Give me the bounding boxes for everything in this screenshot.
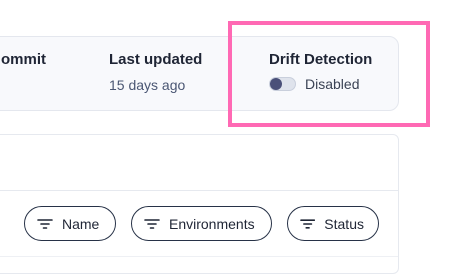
filter-environments-button[interactable]: Environments [131, 206, 272, 241]
filter-name-label: Name [62, 215, 100, 232]
last-updated-label: Last updated [109, 51, 203, 68]
repository-info-card: ommit Last updated 15 days ago Drift Det… [0, 36, 399, 111]
filter-status-button[interactable]: Status [287, 206, 379, 241]
drift-detection-toggle-row: Disabled [269, 76, 372, 92]
filter-status-label: Status [324, 215, 364, 232]
panel-bottom-divider [0, 256, 398, 257]
panel-divider [0, 190, 398, 191]
filter-icon [300, 218, 316, 229]
deployments-panel: Name Environments Status [0, 134, 399, 274]
commit-label: ommit [1, 51, 46, 68]
filter-name-button[interactable]: Name [24, 206, 116, 241]
drift-detection-label: Drift Detection [269, 51, 373, 68]
filter-icon [37, 218, 53, 229]
last-updated-value: 15 days ago [109, 77, 186, 93]
drift-detection-toggle[interactable] [269, 77, 296, 91]
commit-column: ommit [1, 51, 46, 68]
filter-environments-label: Environments [169, 215, 255, 232]
drift-detection-column: Drift Detection Disabled [269, 51, 372, 92]
toggle-knob [270, 78, 282, 90]
drift-detection-status: Disabled [305, 76, 360, 92]
filter-icon [144, 218, 160, 229]
last-updated-column: Last updated 15 days ago [109, 51, 202, 93]
